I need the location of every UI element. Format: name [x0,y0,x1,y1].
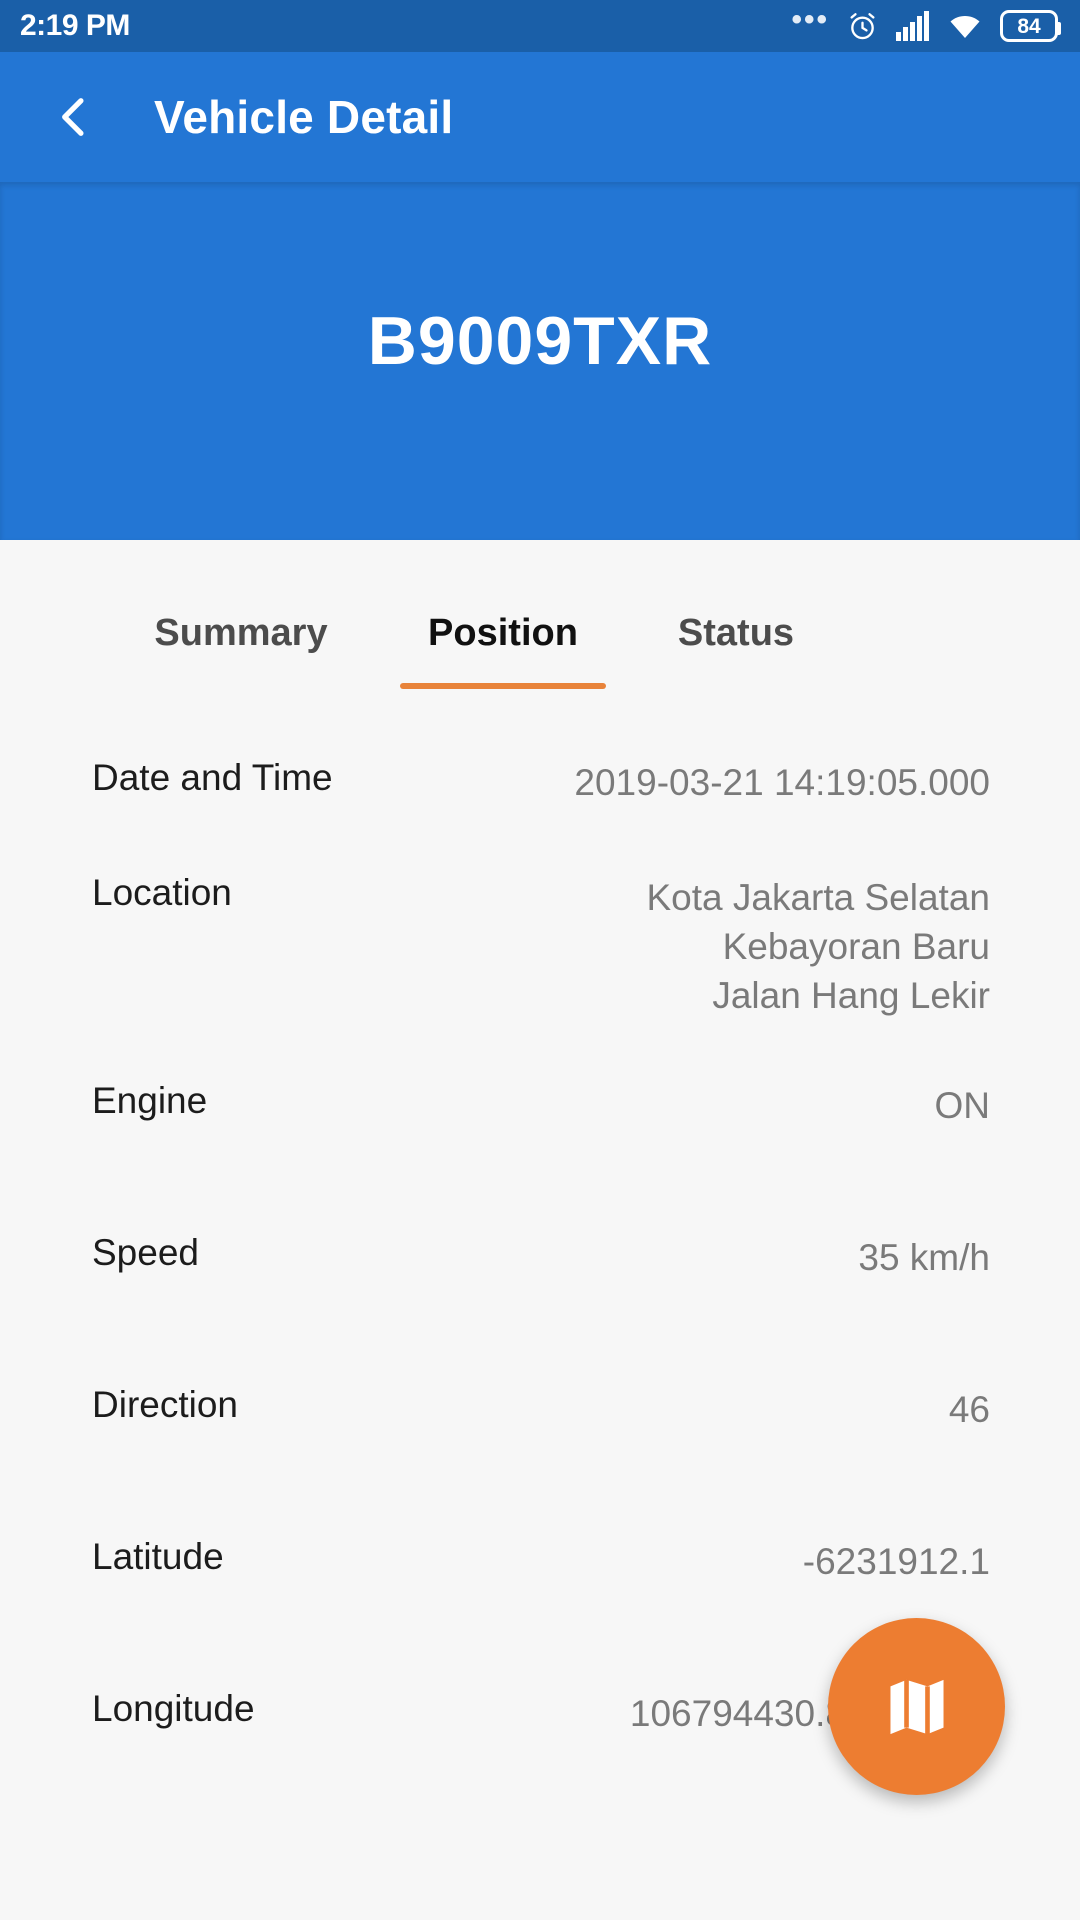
detail-label: Latitude [92,1536,224,1577]
detail-value: ON [934,1085,991,1126]
detail-label: Direction [92,1384,238,1425]
tab-summary[interactable]: Summary [118,612,364,689]
tab-position-label: Position [428,612,578,654]
tab-status[interactable]: Status [646,612,826,689]
detail-row-direction: Direction 46 [0,1364,1080,1516]
detail-label: Longitude [92,1688,255,1729]
detail-value: 46 [948,1389,990,1430]
detail-value: 35 km/h [858,1237,990,1278]
map-icon [889,1679,944,1734]
wifi-icon [950,16,980,38]
detail-label: Date and Time [92,757,333,798]
tab-status-label: Status [677,612,795,654]
detail-label: Engine [92,1080,208,1121]
detail-label: Location [92,872,232,913]
tab-position[interactable]: Position [400,612,606,689]
detail-row-location: Location Kota Jakarta Selatan Kebayoran … [0,830,1080,1060]
tab-bar: Summary Position Status [0,540,1080,715]
status-bar-icons: ••• 84 [791,3,1061,43]
page-title: Vehicle Detail [154,91,454,143]
detail-label: Speed [92,1232,199,1273]
signal-bars-icon [896,11,929,41]
vehicle-plate-banner: B9009TXR [0,182,1080,540]
notification-overflow-dots-icon: ••• [791,3,829,36]
detail-row-date-and-time: Date and Time 2019-03-21 14:19:05.000 [0,715,1080,830]
app-bar: Vehicle Detail [0,52,1080,182]
show-on-map-fab[interactable] [828,1618,1005,1795]
back-button[interactable] [26,69,122,165]
tab-summary-label: Summary [154,612,328,654]
detail-value: Kota Jakarta Selatan Kebayoran Baru Jala… [646,877,991,1016]
status-bar: 2:19 PM ••• 84 [0,0,1080,52]
detail-value: -6231912.1 [802,1541,990,1582]
battery-icon: 84 [1000,10,1061,42]
battery-level-label: 84 [1017,14,1041,38]
back-chevron-icon [62,98,84,136]
vehicle-plate-number: B9009TXR [367,303,713,379]
detail-value: 2019-03-21 14:19:05.000 [574,762,990,803]
detail-row-speed: Speed 35 km/h [0,1212,1080,1364]
alarm-clock-icon [850,12,875,39]
status-bar-clock: 2:19 PM [20,9,130,42]
detail-row-engine: Engine ON [0,1060,1080,1212]
vehicle-detail-screen: 2:19 PM ••• 84 Vehicle Detail B9009TXR S… [0,0,1080,1920]
